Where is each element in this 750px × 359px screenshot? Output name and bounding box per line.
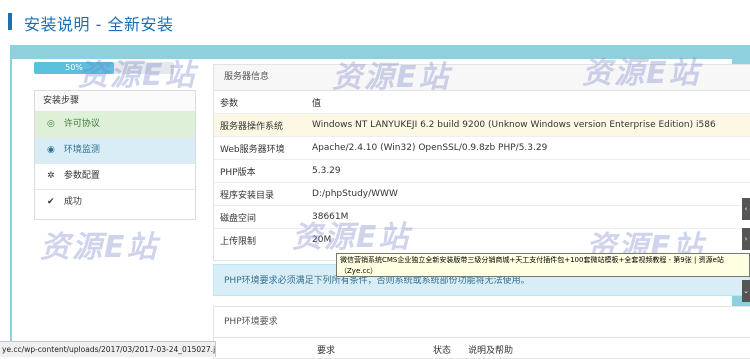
- row-value: 5.3.29: [312, 159, 750, 183]
- row-value: Windows NT LANYUKEJI 6.2 build 9200 (Unk…: [312, 113, 750, 137]
- eye-icon: ◉: [47, 145, 55, 155]
- row-value: Apache/2.4.10 (Win32) OpenSSL/0.9.8zb PH…: [312, 136, 750, 160]
- step-label: 许可协议: [63, 119, 100, 129]
- watermark-logo: 资源E站: [40, 230, 159, 265]
- table-row: 程序安装目录 D:/phpStudy/WWW: [214, 182, 750, 206]
- step-config[interactable]: ✲ 参数配置: [35, 164, 195, 190]
- table-row: PHP版本 5.3.29: [214, 159, 750, 183]
- php-env-panel: PHP环境要求 要求 状态 说明及帮助: [213, 306, 750, 359]
- col-help: 说明及帮助: [468, 346, 514, 356]
- col-status: 状态: [433, 346, 452, 356]
- install-steps: 安装步骤 ◎ 许可协议 ◉ 环境监测 ✲ 参数配置 ✔ 成功: [34, 90, 196, 220]
- gear-icon: ✲: [47, 171, 55, 181]
- step-success[interactable]: ✔ 成功: [35, 190, 195, 215]
- step-env-check[interactable]: ◉ 环境监测: [35, 138, 195, 164]
- title-accent-bar: [8, 13, 12, 30]
- row-key: Web服务器环境: [214, 136, 312, 160]
- watermark-logo: 资源E站: [292, 220, 411, 255]
- row-key: 服务器操作系统: [214, 113, 312, 137]
- step-label: 成功: [63, 197, 82, 207]
- table-header-row: 参数 值: [214, 91, 750, 114]
- step-license[interactable]: ◎ 许可协议: [35, 112, 195, 138]
- step-label: 环境监测: [63, 145, 100, 155]
- page-title: 安装说明 - 全新安装: [24, 15, 174, 34]
- row-key: PHP版本: [214, 159, 312, 183]
- header-key: 参数: [214, 91, 312, 114]
- scroll-right-button[interactable]: ›: [742, 228, 750, 250]
- php-env-title: PHP环境要求: [214, 307, 750, 338]
- table-row: Web服务器环境 Apache/2.4.10 (Win32) OpenSSL/0…: [214, 136, 750, 160]
- row-value: D:/phpStudy/WWW: [312, 182, 750, 206]
- check-circle-icon: ◎: [47, 119, 55, 129]
- browser-status-bar: ye.cc/wp-content/uploads/2017/03/2017-03…: [0, 341, 216, 357]
- steps-heading: 安装步骤: [35, 91, 195, 112]
- checkmark-icon: ✔: [47, 197, 55, 207]
- php-env-header: 要求 状态 说明及帮助: [214, 338, 750, 358]
- chevron-down-icon[interactable]: ⌄: [742, 280, 750, 302]
- table-row: 服务器操作系统 Windows NT LANYUKEJI 6.2 build 9…: [214, 113, 750, 137]
- watermark-logo: 资源E站: [582, 56, 701, 91]
- watermark-logo: 资源E站: [332, 60, 451, 95]
- row-key: 程序安装目录: [214, 182, 312, 206]
- image-tooltip: 微信营销系统CMS企业独立全新安装版带三级分销商城+天工支付插件包+100套微站…: [336, 253, 750, 277]
- scroll-left-button[interactable]: ‹: [742, 198, 750, 220]
- col-requirement: 要求: [317, 346, 336, 356]
- page-header: 安装说明 - 全新安装: [0, 0, 750, 42]
- watermark-logo: 资源E站: [78, 58, 197, 93]
- step-label: 参数配置: [63, 171, 100, 181]
